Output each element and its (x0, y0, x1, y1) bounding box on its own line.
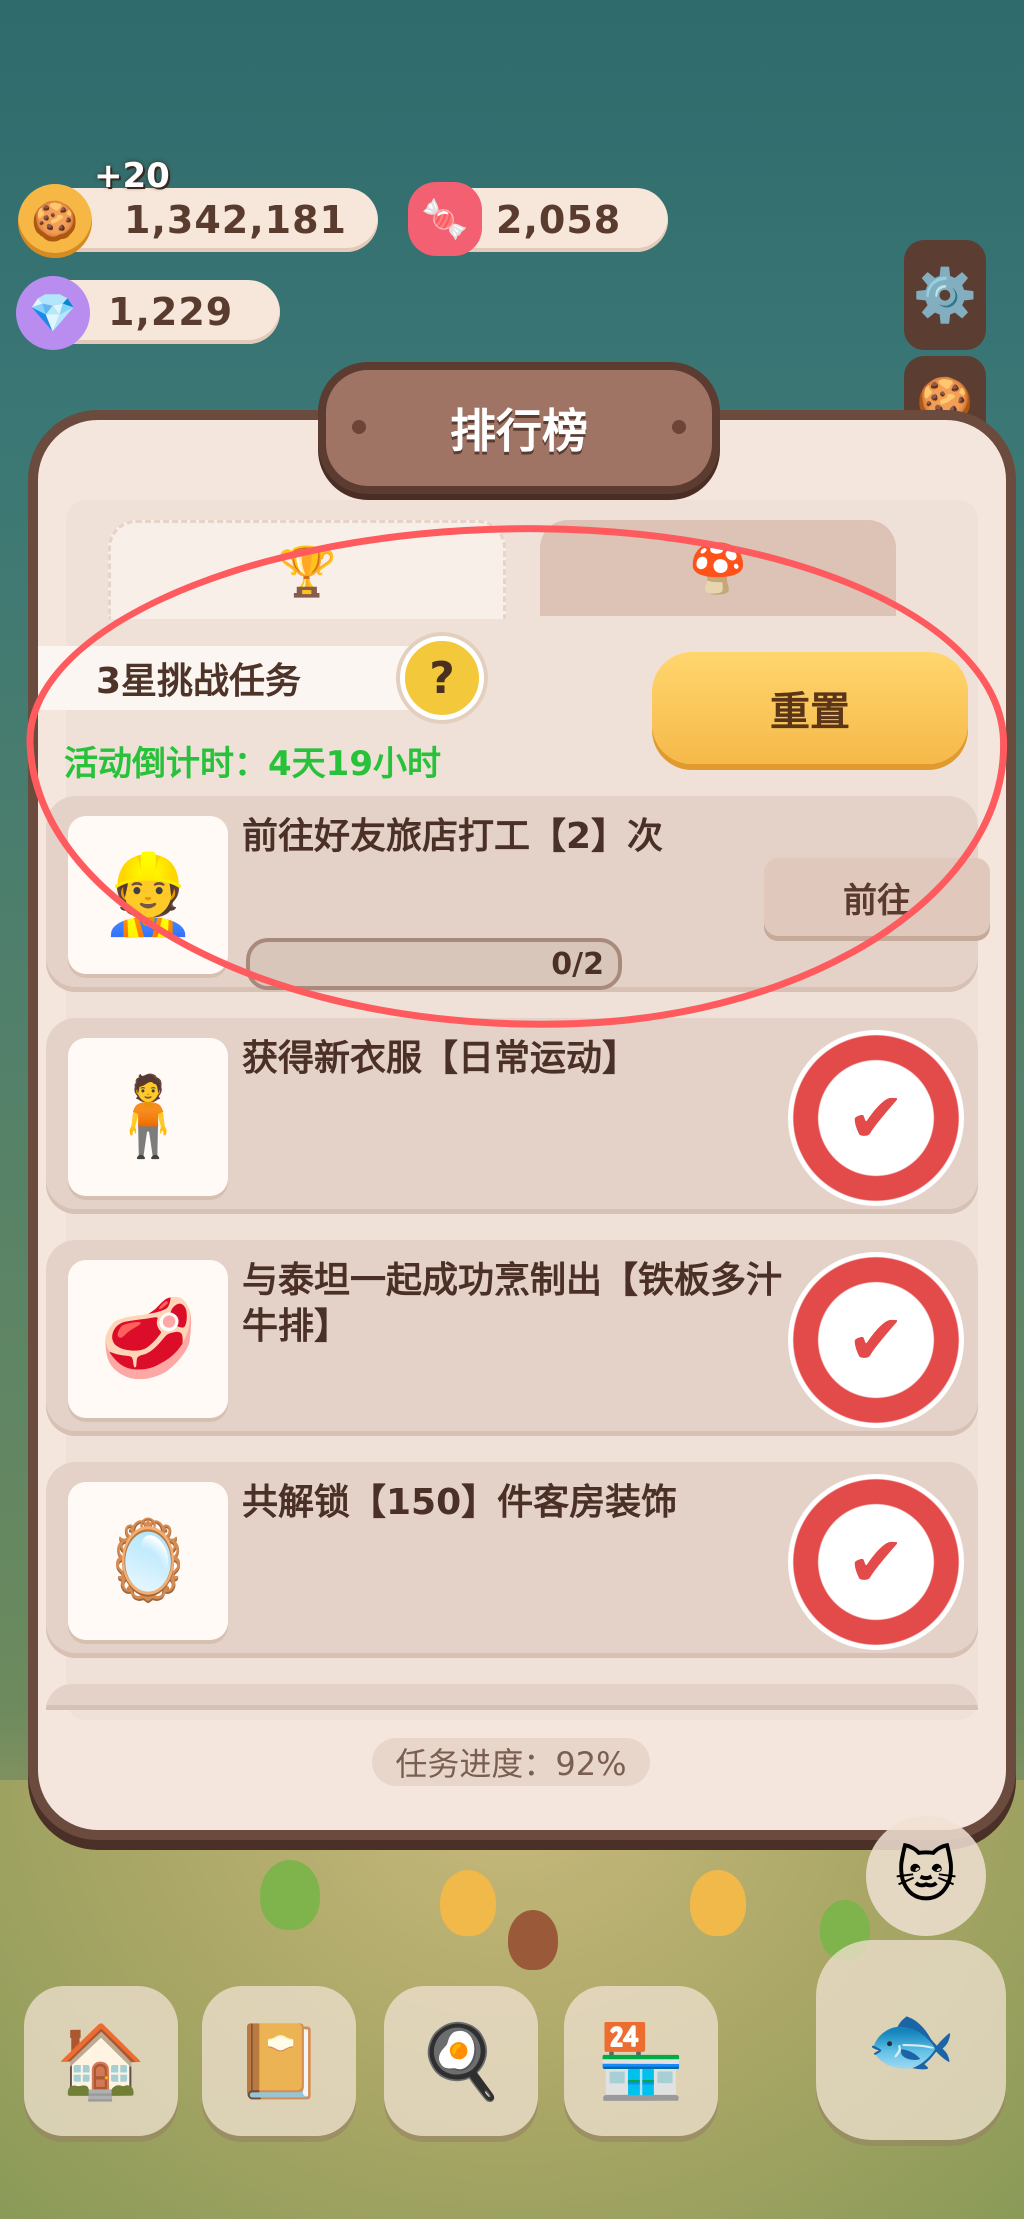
coins-value: 1,342,181 (124, 198, 347, 242)
dock-button-notebook[interactable]: 📔 (202, 1986, 356, 2136)
task-card: 🪞 共解锁【150】件客房装饰 ✔ (46, 1462, 978, 1658)
notebook-icon: 📔 (234, 2018, 324, 2103)
settings-gear-button[interactable]: ⚙️ (904, 240, 986, 350)
candy-gem-icon: 🍬 (408, 182, 482, 256)
shop-stall-icon: 🏪 (596, 2018, 686, 2103)
cookie-coin-icon: 🍪 (18, 184, 92, 258)
completed-stamp-icon: ✔ (788, 1252, 964, 1428)
completed-stamp-icon: ✔ (788, 1474, 964, 1650)
task-card: 🧍 获得新衣服【日常运动】 ✔ (46, 1018, 978, 1214)
outfit-doll-icon: 🧍 (68, 1038, 228, 1196)
gems-value: 2,058 (496, 198, 622, 242)
background-character (260, 1860, 320, 1930)
room-decor-icon: 🪞 (68, 1482, 228, 1640)
decor-dot (672, 420, 686, 434)
task-card: 🥩 与泰坦一起成功烹制出【铁板多汁牛排】 ✔ (46, 1240, 978, 1436)
dock-button-fish[interactable]: 🐟 (816, 1940, 1006, 2140)
panel-title-plate: 排行榜 (318, 362, 720, 494)
decor-dot (352, 420, 366, 434)
steak-dish-icon: 🥩 (68, 1260, 228, 1418)
background-character (440, 1870, 496, 1936)
task-progress-summary: 任务进度：92% (372, 1738, 650, 1786)
dock-button-house[interactable]: 🏠 (24, 1986, 178, 2136)
panel-title: 排行榜 (450, 404, 588, 458)
fish-clock-icon: 🐟 (866, 1997, 956, 2082)
crystal-candy-icon: 💎 (16, 276, 90, 350)
task-name: 与泰坦一起成功烹制出【铁板多汁牛排】 (242, 1260, 783, 1347)
task-name: 共解锁【150】件客房装饰 (242, 1482, 678, 1523)
dock-button-chef[interactable]: 🍳 (384, 1986, 538, 2136)
crystals-value: 1,229 (108, 290, 234, 334)
task-card-partial (46, 1684, 978, 1710)
task-name: 获得新衣服【日常运动】 (242, 1038, 639, 1079)
chef-portrait-icon: 🍳 (416, 2018, 506, 2103)
coin-bonus-label: +20 (94, 156, 170, 196)
background-character (508, 1910, 558, 1970)
background-character (690, 1870, 746, 1936)
mushroom-house-icon: 🏠 (56, 2018, 146, 2103)
chat-character-button[interactable]: 🐱 (866, 1816, 986, 1936)
dock-button-shop[interactable]: 🏪 (564, 1986, 718, 2136)
completed-stamp-icon: ✔ (788, 1030, 964, 1206)
